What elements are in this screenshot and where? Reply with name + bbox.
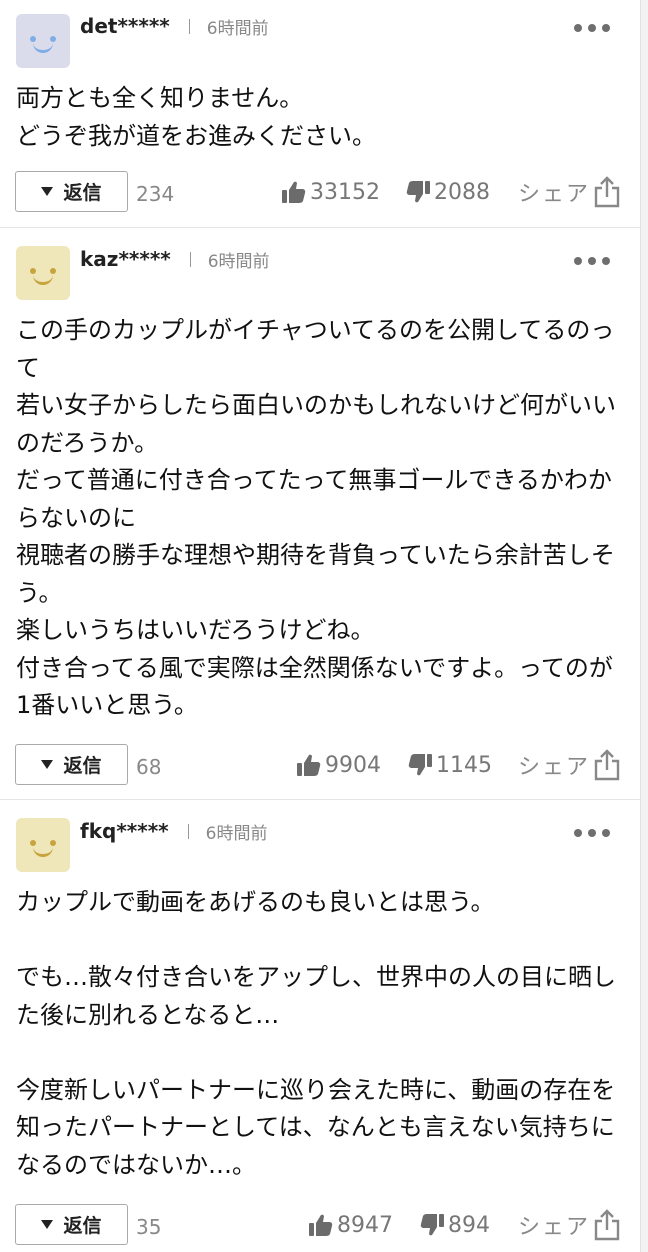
share-icon: [594, 176, 620, 208]
reply-label: 返信: [63, 755, 102, 777]
share-icon: [594, 1209, 620, 1241]
triangle-down-icon: [41, 187, 54, 196]
more-options-icon[interactable]: [574, 827, 610, 839]
meta-divider: [189, 251, 191, 267]
dislike-count: 1145: [436, 752, 492, 778]
dislike-count: 894: [448, 1212, 490, 1238]
username[interactable]: kaz*****: [80, 247, 171, 271]
reply-count: 234: [136, 182, 175, 206]
avatar-mouth: [33, 845, 53, 857]
comment-text: この手のカップルがイチャついてるのを公開してるのって 若い女子からしたら面白いの…: [16, 316, 616, 719]
comment-2: kaz***** 6時間前 この手のカップルがイチャついてるのを公開してるのって…: [0, 228, 640, 800]
like-count: 9904: [325, 752, 381, 778]
avatar[interactable]: [16, 246, 70, 300]
reply-count: 35: [136, 1215, 162, 1239]
meta-divider: [188, 18, 190, 34]
dislike-button[interactable]: 2088: [406, 177, 490, 207]
avatar[interactable]: [16, 14, 70, 68]
share-button[interactable]: シェア: [518, 175, 620, 209]
thumbs-down-icon: [420, 1214, 444, 1236]
share-label: シェア: [517, 755, 590, 780]
share-button[interactable]: シェア: [518, 1208, 620, 1242]
reply-button[interactable]: 返信: [15, 171, 128, 212]
reply-label: 返信: [63, 182, 102, 204]
timestamp: 6時間前: [207, 251, 270, 272]
comment-3: fkq***** 6時間前 カップルで動画をあげるのも良いとは思う。 でも…散々…: [0, 800, 640, 1252]
like-count: 8947: [337, 1212, 393, 1238]
dislike-button[interactable]: 1145: [408, 750, 492, 780]
reply-label: 返信: [63, 1215, 102, 1237]
share-label: シェア: [517, 182, 590, 207]
reply-button[interactable]: 返信: [15, 1204, 128, 1245]
comment-actions: 返信 35 8947 894 シェア: [0, 1204, 640, 1246]
avatar-mouth: [33, 273, 53, 285]
triangle-down-icon: [41, 1220, 54, 1229]
thumbs-down-icon: [406, 181, 430, 203]
like-button[interactable]: 33152: [282, 177, 380, 207]
more-options-icon[interactable]: [574, 22, 610, 34]
comment-text: 両方とも全く知りません。 どうぞ我が道をお進みください。: [16, 84, 376, 150]
meta-divider: [187, 823, 189, 839]
share-icon: [594, 749, 620, 781]
dislike-button[interactable]: 894: [420, 1210, 490, 1240]
thumbs-up-icon: [309, 1214, 333, 1236]
like-button[interactable]: 9904: [297, 750, 381, 780]
timestamp: 6時間前: [205, 823, 268, 844]
reply-count: 68: [136, 755, 162, 779]
more-options-icon[interactable]: [574, 255, 610, 267]
scroll-edge: [640, 0, 648, 1252]
thumbs-down-icon: [408, 754, 432, 776]
comment-meta: fkq***** 6時間前: [80, 817, 267, 845]
comment-meta: kaz***** 6時間前: [80, 245, 270, 273]
triangle-down-icon: [41, 760, 54, 769]
timestamp: 6時間前: [206, 18, 269, 39]
comment-1: det***** 6時間前 両方とも全く知りません。 どうぞ我が道をお進みくださ…: [0, 0, 640, 228]
comment-meta: det***** 6時間前: [80, 12, 269, 40]
avatar-mouth: [33, 41, 53, 53]
reply-button[interactable]: 返信: [15, 744, 128, 785]
username[interactable]: det*****: [80, 14, 170, 38]
thumbs-up-icon: [297, 754, 321, 776]
like-button[interactable]: 8947: [309, 1210, 393, 1240]
comment-actions: 返信 234 33152 2088 シェア: [0, 171, 640, 213]
share-label: シェア: [517, 1215, 590, 1240]
dislike-count: 2088: [434, 179, 490, 205]
share-button[interactable]: シェア: [518, 748, 620, 782]
username[interactable]: fkq*****: [80, 819, 169, 843]
comment-actions: 返信 68 9904 1145 シェア: [0, 744, 640, 786]
like-count: 33152: [310, 179, 380, 205]
comment-text: カップルで動画をあげるのも良いとは思う。 でも…散々付き合いをアップし、世界中の…: [16, 888, 616, 1179]
thumbs-up-icon: [282, 181, 306, 203]
avatar[interactable]: [16, 818, 70, 872]
